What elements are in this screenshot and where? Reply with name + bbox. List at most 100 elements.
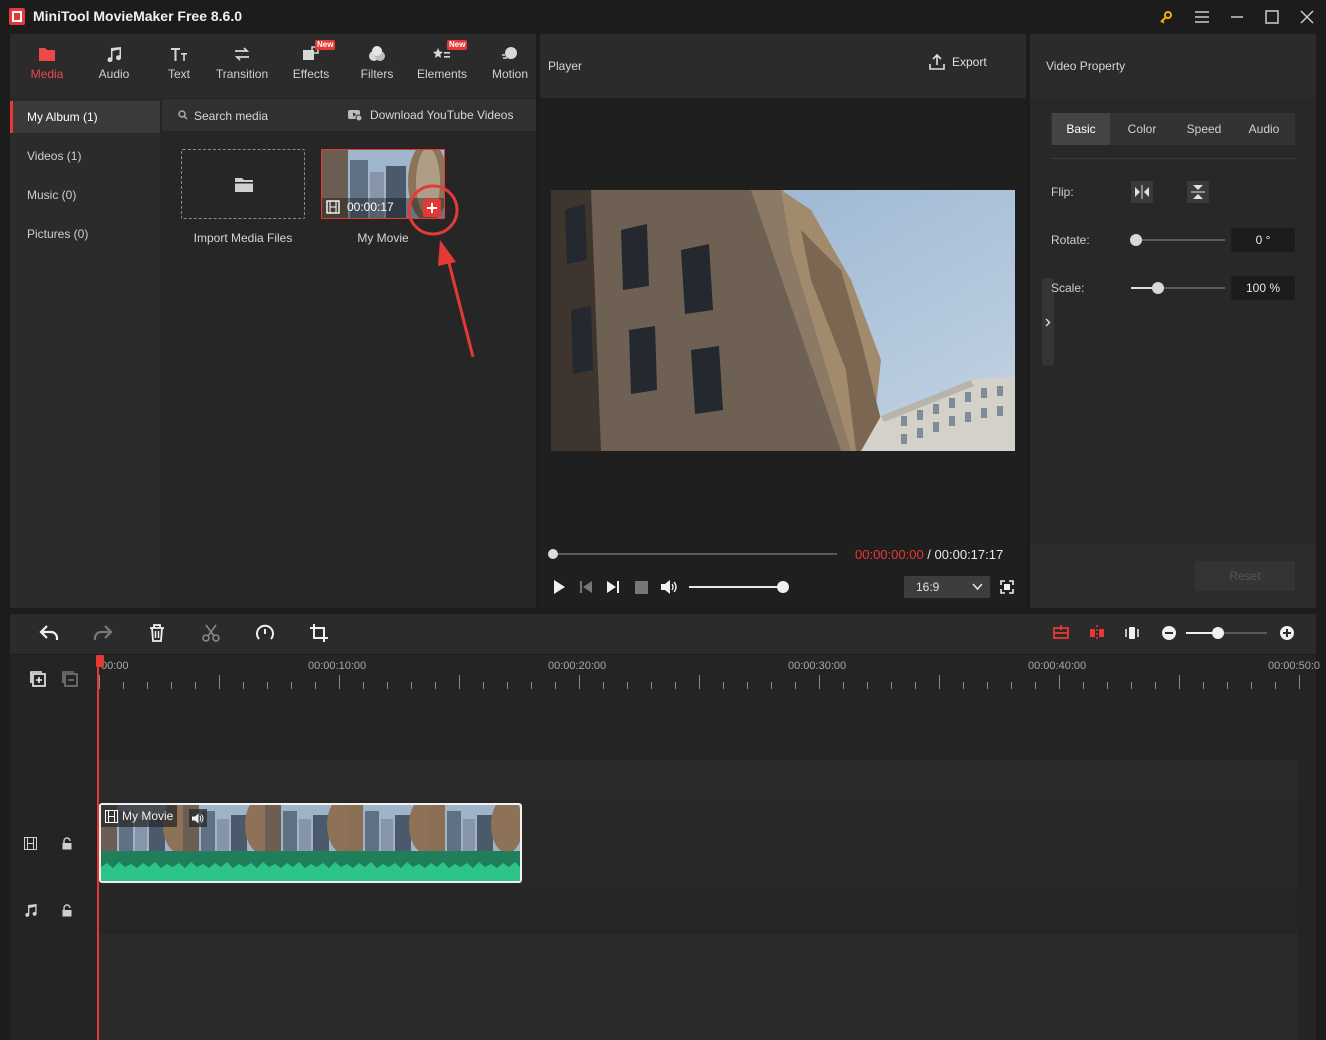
ruler-tick (1251, 682, 1252, 689)
tab-filters[interactable]: Filters (345, 34, 409, 98)
zoom-in-icon[interactable] (1280, 626, 1294, 640)
next-frame-icon[interactable] (606, 580, 620, 594)
speed-icon[interactable] (256, 624, 274, 642)
ruler-tick (1035, 682, 1036, 689)
transition-arrows-icon (234, 47, 250, 61)
ruler-tick (315, 682, 316, 689)
key-icon[interactable] (1153, 4, 1179, 30)
tab-text[interactable]: Text (147, 34, 211, 98)
ruler-tick (939, 675, 940, 689)
tab-audio[interactable]: Audio (1234, 113, 1294, 145)
album-item-music[interactable]: Music (0) (10, 179, 160, 211)
rotate-value-field[interactable]: 0 ° (1231, 228, 1295, 252)
new-badge: New (315, 40, 336, 50)
fit-timeline-icon[interactable] (1053, 625, 1069, 641)
minimize-icon[interactable] (1224, 4, 1250, 30)
clip-duration: 00:00:17 (347, 200, 394, 214)
volume-slider-thumb[interactable] (777, 581, 789, 593)
ruler-tick (267, 682, 268, 689)
play-icon[interactable] (551, 579, 567, 595)
reset-button[interactable]: Reset (1195, 561, 1295, 591)
motion-icon (502, 47, 517, 59)
redo-icon[interactable] (93, 624, 113, 642)
ruler-tick (219, 675, 220, 689)
tab-effects[interactable]: Effects New (279, 34, 343, 98)
clip-name: My Movie (122, 809, 174, 823)
search-input[interactable]: Search media (194, 109, 268, 123)
playhead-handle[interactable] (96, 655, 104, 667)
previous-frame-icon[interactable] (579, 580, 593, 594)
film-icon (105, 809, 118, 823)
split-scissors-icon[interactable] (202, 624, 220, 642)
crop-icon[interactable] (310, 624, 328, 642)
ruler-tick (99, 675, 100, 689)
menu-icon[interactable] (1189, 4, 1215, 30)
player-header: Player Export (540, 34, 1026, 98)
tab-audio[interactable]: Audio (82, 34, 146, 98)
current-time: 00:00:00:00 (855, 547, 924, 562)
ruler-tick (579, 675, 580, 689)
tab-color[interactable]: Color (1112, 113, 1172, 145)
import-media-button[interactable] (181, 149, 305, 219)
aspect-ratio-select[interactable]: 16:9 (904, 576, 990, 598)
playback-progress-track[interactable] (553, 553, 837, 555)
zoom-fit-icon[interactable] (1124, 625, 1140, 641)
track-spacer (98, 760, 1298, 800)
album-item-pictures[interactable]: Pictures (0) (10, 218, 160, 250)
ruler-tick (435, 682, 436, 689)
playback-progress-thumb[interactable] (548, 549, 558, 559)
lock-icon[interactable] (62, 837, 72, 850)
ruler-tick (627, 682, 628, 689)
scale-value-field[interactable]: 100 % (1231, 276, 1295, 300)
export-icon (929, 54, 945, 70)
text-icon (171, 48, 187, 61)
tab-basic[interactable]: Basic (1052, 113, 1110, 145)
close-icon[interactable] (1294, 4, 1320, 30)
maximize-icon[interactable] (1259, 4, 1285, 30)
fullscreen-icon[interactable] (1000, 580, 1014, 594)
flip-horizontal-icon (1135, 185, 1149, 199)
clip-volume-icon[interactable] (189, 809, 207, 827)
rotate-slider-track[interactable] (1131, 239, 1225, 241)
music-note-icon (107, 47, 121, 62)
media-toolbar: Media Audio Text Transition Effects New … (10, 34, 536, 98)
tab-motion[interactable]: Motion (478, 34, 542, 98)
search-icon (178, 110, 188, 120)
ruler-tick (147, 682, 148, 689)
ruler-tick (1227, 682, 1228, 689)
snap-icon[interactable] (1089, 625, 1105, 641)
ruler-time-label: 00:00:30:00 (788, 660, 847, 672)
timeline-scrollbar[interactable] (1298, 690, 1316, 1040)
media-search-bar: Search media Download YouTube Videos (162, 99, 536, 131)
clip-label-bar: My Movie (101, 805, 178, 827)
flip-vertical-button[interactable] (1187, 181, 1209, 203)
property-title: Video Property (1046, 59, 1126, 73)
add-track-icon[interactable] (30, 671, 46, 687)
ruler-time-label: 00:00:10:00 (308, 660, 367, 672)
remove-track-icon[interactable] (62, 671, 78, 687)
tab-media[interactable]: Media (15, 34, 79, 98)
total-time: 00:00:17:17 (934, 547, 1004, 562)
ruler-tick (243, 682, 244, 689)
zoom-out-icon[interactable] (1162, 626, 1176, 640)
ruler-tick (771, 682, 772, 689)
download-youtube-link[interactable]: Download YouTube Videos (370, 108, 513, 122)
delete-icon[interactable] (149, 624, 165, 642)
new-badge: New (447, 40, 468, 50)
export-button[interactable]: Export (929, 54, 987, 70)
stop-icon[interactable] (635, 581, 648, 594)
tab-speed[interactable]: Speed (1174, 113, 1234, 145)
lock-icon[interactable] (62, 904, 72, 917)
volume-icon[interactable] (660, 579, 678, 595)
undo-icon[interactable] (39, 624, 59, 642)
flip-horizontal-button[interactable] (1131, 181, 1153, 203)
tab-elements[interactable]: Elements New (410, 34, 474, 98)
tab-transition[interactable]: Transition (210, 34, 274, 98)
ruler-tick (291, 682, 292, 689)
timeline-video-clip[interactable]: My Movie (99, 803, 522, 883)
album-item-videos[interactable]: Videos (1) (10, 140, 160, 172)
album-item-my-album[interactable]: My Album (1) (10, 101, 160, 133)
playhead-line[interactable] (97, 655, 99, 1040)
rotate-slider-thumb[interactable] (1130, 234, 1142, 246)
filters-icon (369, 46, 385, 61)
